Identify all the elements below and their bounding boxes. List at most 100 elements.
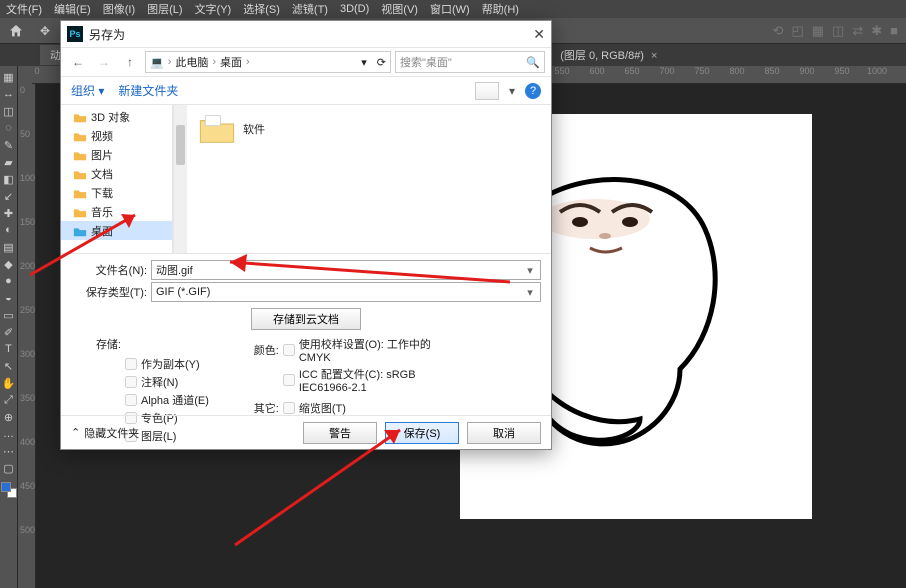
opt-icon[interactable]: ✱ [871,23,882,39]
storage-label: 存储: [81,336,121,352]
opt-icon[interactable]: ⇄ [852,23,863,39]
save-button[interactable]: 保存(S) [385,422,459,444]
tool-button[interactable]: ◐ [2,223,16,237]
tool-button[interactable]: ✚ [2,206,16,220]
tool-button[interactable]: ▢ [2,461,16,475]
home-icon[interactable] [6,21,26,41]
menu-select[interactable]: 选择(S) [243,1,280,17]
tool-button[interactable]: ◌ [2,121,16,135]
filename-input[interactable]: 动图.gif ▾ [151,260,541,280]
cancel-button[interactable]: 取消 [467,422,541,444]
tree-item-3[interactable]: 文档 [61,164,172,183]
chevron-down-icon[interactable]: ▾ [522,285,538,299]
storage-check-2[interactable] [125,394,137,406]
color-check-1[interactable] [283,374,295,386]
filetype-select[interactable]: GIF (*.GIF) ▾ [151,282,541,302]
file-item-folder[interactable]: 软件 [197,111,541,147]
refresh-icon[interactable]: ⟳ [377,56,386,69]
tree-item-1[interactable]: 视频 [61,126,172,145]
breadcrumb-dropdown-icon[interactable]: ▾ [361,56,367,69]
up-button[interactable]: ↑ [119,51,141,73]
tool-button[interactable]: ⋯ [2,444,16,458]
tool-button[interactable]: ✐ [2,325,16,339]
menu-view[interactable]: 视图(V) [381,1,418,17]
menu-image[interactable]: 图像(I) [103,1,135,17]
breadcrumb-item[interactable]: 桌面 [220,54,242,70]
storage-check-0[interactable] [125,358,137,370]
tool-button[interactable]: ● [2,274,16,288]
menu-file[interactable]: 文件(F) [6,1,42,17]
menu-edit[interactable]: 编辑(E) [54,1,91,17]
tool-button[interactable]: ↔ [2,87,16,101]
tree-scrollbar[interactable] [173,105,187,253]
menu-help[interactable]: 帮助(H) [482,1,519,17]
breadcrumb[interactable]: 💻 › 此电脑 › 桌面 › ▾ ⟳ [145,51,391,73]
menu-window[interactable]: 窗口(W) [430,1,470,17]
tree-item-0[interactable]: 3D 对象 [61,107,172,126]
other-check-0[interactable] [283,402,295,414]
close-tab-icon[interactable]: × [651,50,657,62]
breadcrumb-item[interactable]: 此电脑 [175,54,208,70]
file-list-pane[interactable]: 软件 [187,105,551,253]
tool-button[interactable]: ⤢ [2,393,16,407]
tool-button[interactable]: ▦ [2,70,16,84]
tree-item-6[interactable]: 桌面 [61,221,172,240]
fg-bg-swatch[interactable] [1,482,17,498]
folder-icon [73,168,87,180]
opt-icon[interactable]: ⟲ [773,23,784,39]
search-icon: 🔍 [526,56,540,69]
folder-icon [73,149,87,161]
opt-icon[interactable]: ◫ [832,23,844,39]
back-button[interactable]: ← [67,51,89,73]
menu-layer[interactable]: 图层(L) [147,1,182,17]
forward-button[interactable]: → [93,51,115,73]
chevron-down-icon[interactable]: ▾ [522,263,538,277]
help-icon[interactable]: ? [525,83,541,99]
color-check-0[interactable] [283,344,295,356]
storage-check-1[interactable] [125,376,137,388]
tool-button[interactable]: ◧ [2,172,16,186]
tool-button[interactable]: ✎ [2,138,16,152]
tool-button[interactable]: ⊕ [2,410,16,424]
pc-icon: 💻 [150,56,164,69]
tool-button[interactable]: ✋ [2,376,16,390]
ruler-tick: 150 [20,217,35,227]
move-tool-icon[interactable]: ✥ [40,24,50,38]
opt-icon[interactable]: ■ [890,23,898,39]
ruler-tick: 250 [20,305,35,315]
tool-button[interactable]: ▭ [2,308,16,322]
tool-button[interactable]: ◫ [2,104,16,118]
dialog-titlebar[interactable]: Ps 另存为 ✕ [61,21,551,47]
menu-filter[interactable]: 滤镜(T) [292,1,328,17]
ruler-tick: 750 [694,66,709,76]
menu-type[interactable]: 文字(Y) [195,1,232,17]
opt-icon[interactable]: ◰ [791,23,803,39]
tool-button[interactable]: … [2,427,16,441]
opt-icon[interactable]: ▦ [812,23,824,39]
view-mode-button[interactable] [475,82,499,100]
folder-tree[interactable]: 3D 对象视频图片文档下载音乐桌面 [61,105,173,253]
ruler-tick: 850 [764,66,779,76]
tree-item-4[interactable]: 下载 [61,183,172,202]
tool-button[interactable]: ↖ [2,359,16,373]
tool-button[interactable]: ↙ [2,189,16,203]
tool-button[interactable]: ◆ [2,257,16,271]
new-folder-button[interactable]: 新建文件夹 [118,82,178,99]
tool-button[interactable]: ▤ [2,240,16,254]
tree-item-5[interactable]: 音乐 [61,202,172,221]
hide-folders-toggle[interactable]: ⌃ 隐藏文件夹 [71,425,139,441]
search-input[interactable]: 搜索"桌面" 🔍 [395,51,545,73]
tree-item-2[interactable]: 图片 [61,145,172,164]
view-dropdown-icon[interactable]: ▾ [509,84,515,98]
tool-button[interactable]: T [2,342,16,356]
tool-button[interactable]: ◒ [2,291,16,305]
save-to-cloud-button[interactable]: 存储到云文档 [251,308,361,330]
menu-3d[interactable]: 3D(D) [340,3,369,15]
close-icon[interactable]: ✕ [533,26,545,43]
tool-button[interactable]: ▰ [2,155,16,169]
ruler-tick: 400 [20,437,35,447]
organize-button[interactable]: 组织 ▾ [71,82,104,99]
app-menu-bar[interactable]: 文件(F) 编辑(E) 图像(I) 图层(L) 文字(Y) 选择(S) 滤镜(T… [0,0,906,18]
photoshop-app-icon: Ps [67,26,83,42]
warning-button[interactable]: 警告 [303,422,377,444]
